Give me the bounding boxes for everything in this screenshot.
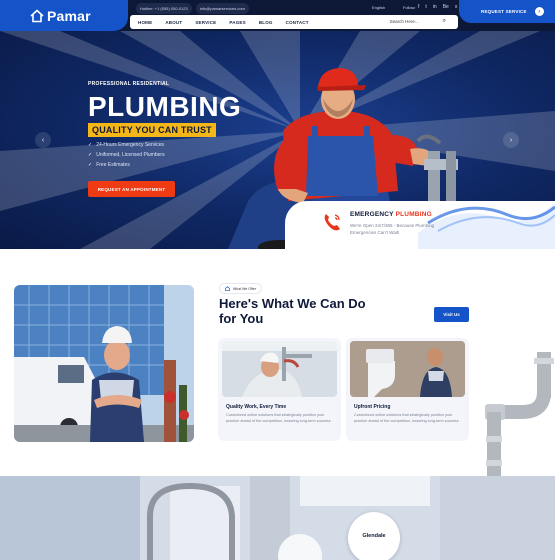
hero-feature-list: ✓ 24-Hours Emergency Services ✓ Uniformed,… [88, 142, 165, 172]
nav-blog[interactable]: BLOG [259, 20, 273, 25]
house-icon [225, 286, 230, 291]
chevron-left-icon: ‹ [41, 136, 45, 144]
kitchen-faucet-photo [0, 476, 555, 560]
emergency-title: EMERGENCY PLUMBING [350, 211, 432, 218]
hero-section: PROFESSIONAL RESIDENTIAL PLUMBING QUALIT… [0, 31, 555, 249]
social-links: f t in Be x [418, 4, 457, 10]
slider-prev-button[interactable]: ‹ [35, 132, 51, 148]
check-icon: ✓ [88, 142, 93, 148]
phone-icon [324, 214, 340, 231]
chevron-right-icon: › [509, 136, 513, 144]
card-text: Customized online solutions that strateg… [354, 413, 460, 423]
section-badge: What We Offer [219, 283, 263, 294]
location-badge[interactable]: Glendale [348, 512, 400, 560]
services-heading: Here's What We Can Do for You [219, 296, 366, 326]
service-card[interactable]: Quality Work, Every Time Customized onli… [218, 338, 341, 441]
contact-strip: Hotline: +1 (555) 000-0123 info@pamarser… [136, 3, 249, 14]
nav-about[interactable]: ABOUT [165, 20, 182, 25]
service-card[interactable]: Upfront Pricing Customized online soluti… [346, 338, 469, 441]
list-item: ✓ 24-Hours Emergency Services [88, 142, 165, 148]
card-text: Customized online solutions that strateg… [226, 413, 332, 423]
request-service-label: REQUEST SERVICE [481, 9, 527, 14]
follow-label: Follow: [403, 5, 416, 10]
top-bar: Pamar Hotline: +1 (555) 000-0123 info@pa… [0, 0, 555, 31]
behance-icon[interactable]: Be [443, 4, 449, 10]
location-label: Glendale [362, 533, 386, 539]
emergency-text: We're Open 24/7/365 - Because Plumbing E… [350, 223, 435, 235]
decorative-wave [418, 203, 555, 249]
list-item: ✓ Free Estimates [88, 162, 130, 168]
request-service-button[interactable]: REQUEST SERVICE › [459, 0, 555, 23]
hero-tagline: QUALITY YOU CAN TRUST [88, 123, 216, 137]
decorative-pipe [485, 352, 554, 480]
hotline-pill[interactable]: Hotline: +1 (555) 000-0123 [136, 3, 192, 14]
check-icon: ✓ [88, 152, 93, 158]
search-icon[interactable]: ⌕ [443, 18, 446, 25]
nav-pages[interactable]: PAGES [229, 20, 245, 25]
x-icon[interactable]: x [455, 4, 458, 10]
plumber-repair-photo [222, 341, 337, 397]
list-item: ✓ Uniformed, Licensed Plumbers [88, 152, 165, 158]
building-plumber-photo [14, 285, 194, 442]
twitter-icon[interactable]: t [425, 4, 426, 10]
card-title: Upfront Pricing [354, 404, 391, 410]
hero-title: PLUMBING [88, 91, 242, 122]
email-pill[interactable]: info@pamarservices.com [195, 3, 249, 14]
nav-contact[interactable]: CONTACT [286, 20, 309, 25]
brand-name: Pamar [47, 7, 91, 24]
arrow-right-icon: › [534, 7, 544, 16]
nav-service[interactable]: SERVICE [195, 20, 216, 25]
check-icon: ✓ [88, 162, 93, 168]
house-icon [30, 8, 44, 22]
search-input[interactable]: Search Here... ⌕ [390, 18, 446, 25]
logo[interactable]: Pamar [0, 0, 128, 31]
facebook-icon[interactable]: f [418, 4, 419, 10]
slider-next-button[interactable]: › [503, 132, 519, 148]
main-nav: HOME ABOUT SERVICE PAGES BLOG CONTACT Se… [130, 15, 458, 29]
request-appointment-button[interactable]: REQUEST AN APPOINTMENT [88, 181, 175, 197]
toilet-repair-photo [350, 341, 465, 397]
linkedin-icon[interactable]: in [433, 4, 437, 10]
nav-home[interactable]: HOME [138, 20, 152, 25]
hero-eyebrow: PROFESSIONAL RESIDENTIAL [88, 81, 170, 87]
visit-us-button[interactable]: Visit Us [434, 307, 469, 322]
card-title: Quality Work, Every Time [226, 404, 287, 410]
badge-label: What We Offer [233, 286, 257, 291]
language-selector[interactable]: English [372, 5, 385, 10]
search-placeholder: Search Here... [389, 19, 419, 24]
